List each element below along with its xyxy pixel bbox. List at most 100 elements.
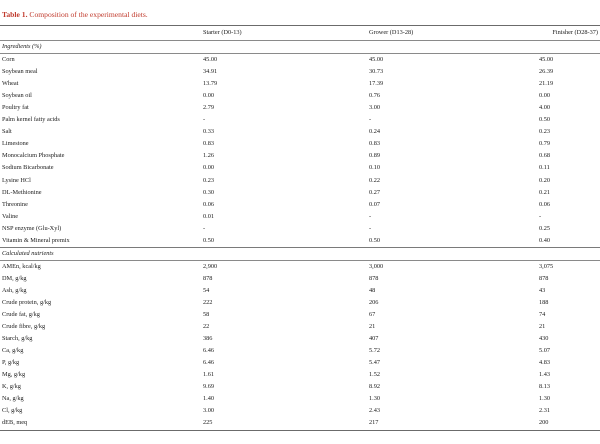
- grower-value: 0.50: [369, 236, 381, 244]
- finisher-value: 4.83: [539, 359, 551, 367]
- starter-value: 0.30: [203, 188, 215, 196]
- starter-value: 13.79: [203, 80, 218, 88]
- grower-value: 5.72: [369, 347, 381, 355]
- row-label: DL-Methionine: [2, 188, 42, 196]
- finisher-value: 430: [539, 335, 549, 343]
- table-row: DM, g/kg 878 878 878: [0, 273, 600, 285]
- table-row: AMEn, kcal/kg 2,900 3,000 3,075: [0, 260, 600, 273]
- table-row: P, g/kg 6.46 5.47 4.83: [0, 357, 600, 369]
- finisher-value: 878: [539, 274, 549, 282]
- row-label: Threonine: [2, 200, 28, 208]
- grower-value: 0.89: [369, 152, 381, 160]
- finisher-value: 0.23: [539, 128, 551, 136]
- grower-value: 0.10: [369, 164, 381, 172]
- starter-value: 2.79: [203, 104, 215, 112]
- table-row: Salt 0.33 0.24 0.23: [0, 126, 600, 138]
- table-row: Soybean oil 0.00 0.76 0.00: [0, 90, 600, 102]
- table-row: Limestone 0.83 0.83 0.79: [0, 138, 600, 150]
- grower-value: 206: [369, 299, 379, 306]
- finisher-value: 0.06: [539, 200, 551, 208]
- document-page: Table 1. Composition of the experimental…: [0, 0, 600, 444]
- table-row: DL-Methionine 0.30 0.27 0.21: [0, 187, 600, 199]
- row-label: Monocalcium Phosphate: [2, 152, 65, 160]
- grower-value: 8.92: [369, 383, 381, 391]
- grower-value: 0.83: [369, 140, 381, 148]
- row-label: NSP enzyme (Glu-Xyl): [2, 224, 62, 232]
- grower-value: 0.27: [369, 188, 381, 196]
- table-row: Threonine 0.06 0.07 0.06: [0, 199, 600, 211]
- starter-value: 54: [203, 286, 210, 294]
- grower-value: 3,000: [369, 262, 384, 270]
- starter-value: 225: [201, 417, 367, 431]
- starter-value: 6.46: [203, 359, 215, 367]
- starter-value: 1.26: [203, 152, 215, 160]
- row-label: dEB, meq: [0, 417, 201, 431]
- starter-value: 3.00: [203, 407, 215, 415]
- header-cell-starter: Starter (D0-13): [201, 25, 367, 41]
- starter-value: 22: [203, 323, 210, 331]
- header-cell-label: [0, 25, 201, 41]
- grower-value: 0.76: [369, 92, 381, 100]
- grower-value: 67: [369, 311, 376, 319]
- grower-value: 407: [369, 335, 379, 343]
- finisher-value: 21.19: [539, 80, 554, 88]
- table-row: Ca, g/kg 6.46 5.72 5.07: [0, 345, 600, 357]
- grower-value: 48: [369, 286, 376, 294]
- table-row: Cl, g/kg 3.00 2.43 2.31: [0, 405, 600, 417]
- table-row: Starch, g/kg 386 407 430: [0, 333, 600, 345]
- table-row: dEB, meq 225 217 200: [0, 417, 600, 431]
- table-row: Crude protein, g/kg 222 206 188: [0, 297, 600, 309]
- starter-value: -: [203, 116, 206, 124]
- grower-value: 1.52: [369, 371, 381, 379]
- table-row: Crude fibre, g/kg 22 21 21: [0, 321, 600, 333]
- table-row: Crude fat, g/kg 58 67 74: [0, 309, 600, 321]
- grower-value: 0.07: [369, 200, 381, 208]
- table-row: Poultry fat 2.79 3.00 4.00: [0, 102, 600, 114]
- row-label: Poultry fat: [2, 104, 29, 112]
- table-caption-text: Composition of the experimental diets.: [29, 10, 148, 19]
- table-body: Ingredients (%) Corn 45.00 45.00 45.00 Soybea…: [0, 40, 600, 431]
- starter-value: 45.00: [203, 56, 218, 64]
- starter-value: 1.61: [203, 371, 215, 379]
- table-header-row: Starter (D0-13) Grower (D13-28) Finisher…: [0, 25, 600, 41]
- row-label: Lysine HCl: [2, 176, 31, 184]
- row-label: Salt: [2, 128, 12, 136]
- row-label: Mg, g/kg: [2, 371, 26, 379]
- finisher-value: 4.00: [539, 104, 551, 112]
- grower-value: 0.24: [369, 128, 381, 136]
- row-label: Crude protein, g/kg: [2, 299, 52, 306]
- table-row: Na, g/kg 1.40 1.30 1.30: [0, 393, 600, 405]
- table-row: Palm kernel fatty acids - - 0.50: [0, 114, 600, 126]
- table-row: Mg, g/kg 1.61 1.52 1.43: [0, 369, 600, 381]
- grower-value: 0.22: [369, 176, 381, 184]
- table-row: NSP enzyme (Glu-Xyl) - - 0.25: [0, 223, 600, 235]
- finisher-value: 0.68: [539, 152, 551, 160]
- finisher-value: 21: [539, 323, 546, 331]
- finisher-value: 188: [539, 299, 549, 306]
- finisher-value: 8.13: [539, 383, 551, 391]
- row-label: Soybean meal: [2, 68, 38, 76]
- finisher-value: 0.25: [539, 224, 551, 232]
- grower-value: 1.30: [369, 395, 381, 403]
- grower-value: 17.39: [369, 80, 384, 88]
- table-row: Soybean meal 34.91 30.73 26.39: [0, 66, 600, 78]
- starter-value: 0.06: [203, 200, 215, 208]
- diet-composition-table: Starter (D0-13) Grower (D13-28) Finisher…: [0, 25, 600, 431]
- table-caption: Table 1. Composition of the experimental…: [2, 10, 148, 19]
- starter-value: 222: [203, 299, 213, 306]
- table-row: Lysine HCl 0.23 0.22 0.20: [0, 175, 600, 187]
- grower-value: -: [369, 212, 372, 220]
- starter-value: 34.91: [203, 68, 218, 76]
- row-label: Wheat: [2, 80, 19, 88]
- grower-value: 3.00: [369, 104, 381, 112]
- finisher-value: 3,075: [539, 262, 554, 270]
- finisher-value: 43: [539, 286, 546, 294]
- row-label: Palm kernel fatty acids: [2, 116, 60, 124]
- finisher-value: 2.31: [539, 407, 551, 415]
- finisher-value: -: [539, 212, 542, 220]
- grower-value: 878: [369, 274, 379, 282]
- grower-value: 2.43: [369, 407, 381, 415]
- finisher-value: 5.07: [539, 347, 551, 355]
- grower-value: -: [369, 116, 372, 124]
- table-row: Sodium Bicarbonate 0.00 0.10 0.11: [0, 162, 600, 174]
